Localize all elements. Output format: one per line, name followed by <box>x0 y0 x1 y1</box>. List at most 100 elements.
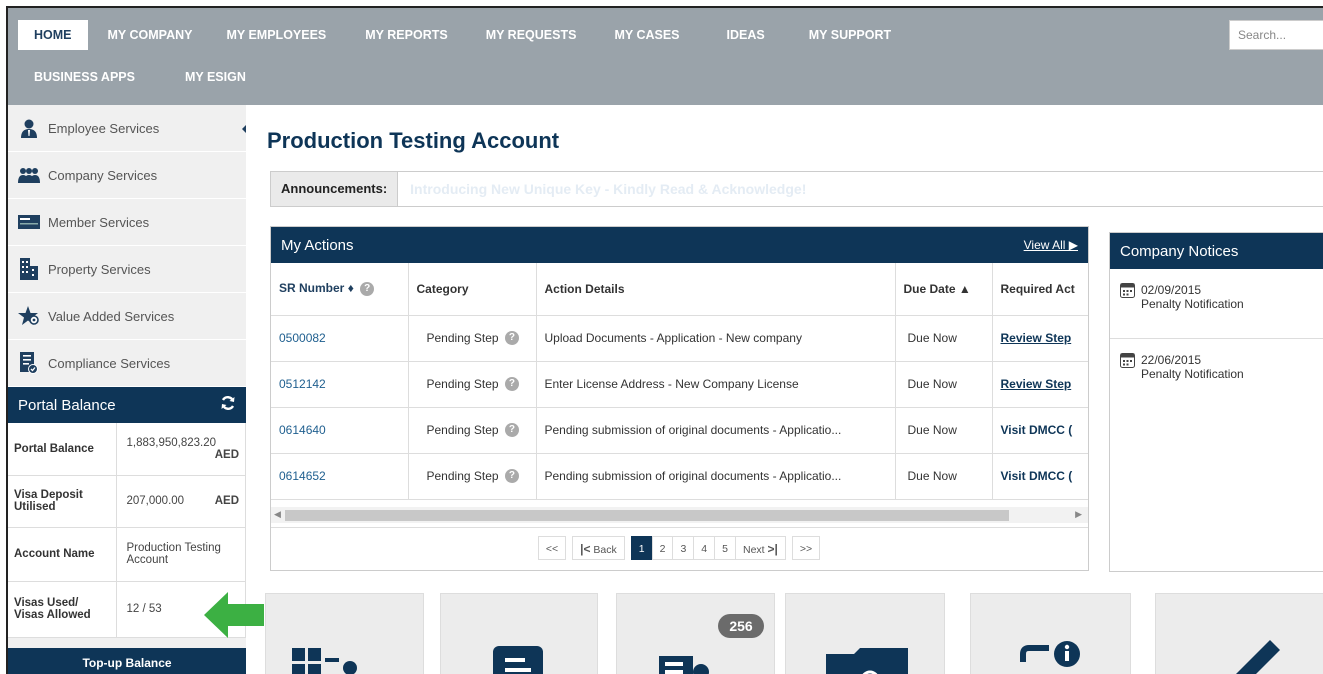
company-group-icon <box>18 164 40 186</box>
sidebar-item-label: Member Services <box>48 214 150 230</box>
scroll-left-icon[interactable]: ◀ <box>274 509 281 520</box>
sr-number-link[interactable]: 0512142 <box>271 361 409 408</box>
required-action-link[interactable]: Visit DMCC ( <box>992 453 1088 500</box>
tile-edit[interactable] <box>1155 593 1323 674</box>
scrollbar-thumb[interactable] <box>285 510 1009 521</box>
star-gear-icon <box>18 305 40 327</box>
tile-services[interactable] <box>440 593 598 674</box>
nav-my-requests[interactable]: MY REQUESTS <box>473 20 590 50</box>
table-row[interactable]: 0500082 Pending Step ? Upload Documents … <box>271 315 1088 362</box>
view-all-link[interactable]: View All ▶ <box>1024 238 1078 252</box>
sidebar: Employee Services Company Services Membe… <box>8 105 246 674</box>
page-next-button[interactable]: Next >| <box>734 535 786 560</box>
table-row: Visa Deposit Utilised 207,000.00 AED <box>8 475 246 528</box>
sidebar-item-employee-services[interactable]: Employee Services <box>8 105 246 152</box>
page-2-button[interactable]: 2 <box>651 535 674 560</box>
column-category[interactable]: Category <box>408 263 537 316</box>
sidebar-item-company-services[interactable]: Company Services <box>8 152 246 199</box>
sidebar-item-compliance-services[interactable]: Compliance Services <box>8 340 246 387</box>
announcements-label: Announcements: <box>271 172 399 206</box>
required-action-link[interactable]: Review Step <box>992 315 1088 362</box>
notice-title[interactable]: Penalty Notification <box>1141 367 1244 381</box>
my-actions-header: My Actions View All ▶ <box>271 227 1088 263</box>
nav-my-reports[interactable]: MY REPORTS <box>340 20 472 50</box>
page-1-button[interactable]: 1 <box>630 535 653 560</box>
column-action-details[interactable]: Action Details <box>536 263 896 316</box>
nav-business-apps[interactable]: BUSINESS APPS <box>8 62 161 92</box>
folder-search-icon <box>826 648 908 674</box>
requests-stack-icon <box>659 656 709 674</box>
sidebar-item-label: Value Added Services <box>48 308 175 324</box>
building-icon <box>18 258 40 280</box>
announcements-bar: Announcements: Introducing New Unique Ke… <box>270 171 1323 207</box>
due-date-cell: Due Now <box>895 407 993 454</box>
page-title: Production Testing Account <box>267 128 560 153</box>
page-5-button[interactable]: 5 <box>714 535 736 560</box>
search-input[interactable] <box>1229 20 1323 50</box>
sidebar-item-label: Property Services <box>48 261 151 277</box>
page-4-button[interactable]: 4 <box>693 535 716 560</box>
portal-balance-header: Portal Balance <box>8 387 246 423</box>
required-action-link[interactable]: Review Step <box>992 361 1088 408</box>
pagination: << |< Back 1 2 3 4 5 Next >| >> <box>271 527 1088 567</box>
tile-folder[interactable] <box>785 593 945 674</box>
sidebar-item-label: Employee Services <box>48 120 160 136</box>
nav-my-support[interactable]: MY SUPPORT <box>787 20 913 50</box>
sr-number-link[interactable]: 0614640 <box>271 407 409 454</box>
horizontal-scrollbar[interactable]: ◀ ▶ <box>271 507 1088 523</box>
my-actions-panel: My Actions View All ▶ SR Number ♦ ? Cate… <box>270 226 1089 571</box>
help-icon[interactable]: ? <box>360 282 375 297</box>
notice-item[interactable]: 22/06/2015 Penalty Notification <box>1110 339 1323 409</box>
sort-up-icon[interactable]: ▲ <box>959 282 971 296</box>
top-up-balance-button[interactable]: Top-up Balance <box>8 648 246 674</box>
due-date-cell: Due Now <box>895 361 993 408</box>
sidebar-item-label: Compliance Services <box>48 355 171 371</box>
nav-home[interactable]: HOME <box>18 20 88 50</box>
column-sr-number[interactable]: SR Number ♦ ? <box>271 263 409 316</box>
nav-my-esign[interactable]: MY ESIGN <box>161 62 250 92</box>
nav-ideas[interactable]: IDEAS <box>705 20 787 50</box>
help-icon[interactable]: ? <box>504 377 519 392</box>
category-label: Pending Step <box>426 376 499 391</box>
sr-number-link[interactable]: 0614652 <box>271 453 409 500</box>
balance-value: 207,000.00 AED <box>116 475 246 528</box>
announcement-link[interactable]: Introducing New Unique Key - Kindly Read… <box>398 181 806 197</box>
page-last-button[interactable]: >> <box>791 535 821 560</box>
column-required-action[interactable]: Required Act <box>992 263 1088 316</box>
tile-employee-directory[interactable] <box>265 593 424 674</box>
balance-unit: AED <box>214 495 239 507</box>
sr-number-link[interactable]: 0500082 <box>271 315 409 362</box>
screen-info-icon <box>1020 641 1080 667</box>
page-back-button[interactable]: |< Back <box>572 535 625 560</box>
page-next-label: Next <box>742 543 765 556</box>
balance-key: Visas Used/ Visas Allowed <box>8 581 117 638</box>
table-row: Account Name Production Testing Account <box>8 527 246 582</box>
sidebar-item-member-services[interactable]: Member Services <box>8 199 246 246</box>
actions-table: SR Number ♦ ? Category Action Details Du… <box>271 263 1088 500</box>
required-action-link[interactable]: Visit DMCC ( <box>992 407 1088 454</box>
column-due-date[interactable]: Due Date ▲ <box>895 263 993 316</box>
table-row[interactable]: 0614652 Pending Step ? Pending submissio… <box>271 453 1088 500</box>
help-icon[interactable]: ? <box>504 469 519 484</box>
page-3-button[interactable]: 3 <box>672 535 695 560</box>
category-label: Pending Step <box>426 330 499 345</box>
scroll-right-icon[interactable]: ▶ <box>1075 509 1082 520</box>
refresh-icon[interactable] <box>220 395 236 415</box>
help-icon[interactable]: ? <box>504 331 519 346</box>
sidebar-item-value-added-services[interactable]: Value Added Services <box>8 293 246 340</box>
sort-icon[interactable]: ♦ <box>348 281 354 295</box>
nav-my-employees[interactable]: MY EMPLOYEES <box>212 20 340 50</box>
nav-my-cases[interactable]: MY CASES <box>589 20 704 50</box>
table-row[interactable]: 0614640 Pending Step ? Pending submissio… <box>271 407 1088 454</box>
action-details-cell: Pending submission of original documents… <box>536 453 896 500</box>
green-arrow-icon <box>204 592 264 638</box>
notice-title[interactable]: Penalty Notification <box>1141 297 1244 311</box>
sidebar-item-property-services[interactable]: Property Services <box>8 246 246 293</box>
notice-item[interactable]: 02/09/2015 Penalty Notification <box>1110 269 1323 339</box>
collapse-arrow-icon[interactable] <box>242 125 246 133</box>
tile-info[interactable] <box>970 593 1131 674</box>
help-icon[interactable]: ? <box>504 423 519 438</box>
page-first-button[interactable]: << <box>537 535 567 560</box>
nav-my-company[interactable]: MY COMPANY <box>88 20 213 50</box>
table-row[interactable]: 0512142 Pending Step ? Enter License Add… <box>271 361 1088 408</box>
